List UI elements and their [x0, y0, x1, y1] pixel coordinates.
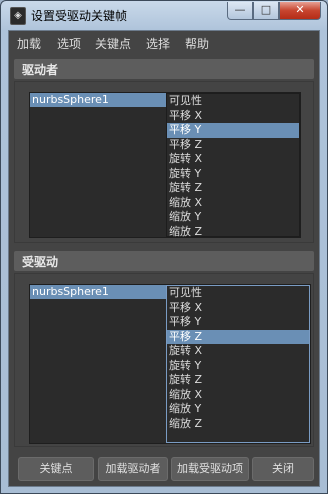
attribute-item[interactable]: 旋转 X	[167, 152, 299, 167]
menu-options[interactable]: 选项	[57, 35, 81, 52]
driver-object-item[interactable]: nurbsSphere1	[30, 93, 166, 107]
menu-bar: 加载 选项 关键点 选择 帮助	[9, 31, 319, 55]
driven-frame: nurbsSphere1 可见性 平移 X 平移 Y 平移 Z 旋转 X 旋转 Y 旋转 Z…	[14, 273, 314, 447]
menu-load[interactable]: 加载	[17, 35, 41, 52]
driven-header-label: 受驱动	[22, 255, 59, 269]
maximize-button[interactable]: □	[253, 2, 279, 20]
window-title: 设置受驱动关键帧	[31, 9, 128, 23]
driver-header-label: 驱动者	[22, 63, 59, 77]
attribute-item[interactable]: 旋转 Z	[167, 181, 299, 196]
attribute-item[interactable]: 旋转 Y	[167, 167, 299, 182]
attribute-item[interactable]: 平移 Y	[167, 123, 299, 138]
client-area: 加载 选项 关键点 选择 帮助 驱动者 nurbsSphere1 可见性 平移 X…	[8, 30, 320, 487]
driven-object-list[interactable]: nurbsSphere1	[30, 285, 166, 443]
attribute-item[interactable]: 缩放 X	[167, 196, 299, 211]
attribute-item[interactable]: 缩放 X	[167, 388, 309, 403]
driven-attribute-list[interactable]: 可见性 平移 X 平移 Y 平移 Z 旋转 X 旋转 Y 旋转 Z 缩放 X 缩放 Y 缩放 Z	[166, 285, 310, 443]
load-driver-button[interactable]: 加载驱动者	[98, 457, 168, 481]
attribute-item[interactable]: 平移 X	[167, 109, 299, 124]
attribute-item[interactable]: 旋转 Y	[167, 359, 309, 374]
attribute-item[interactable]: 缩放 Z	[167, 225, 299, 240]
set-driven-key-window: ◈ 设置受驱动关键帧 — □ ✕ 加载 选项 关键点 选择 帮助 驱动者 nur…	[0, 0, 328, 494]
menu-keys[interactable]: 关键点	[95, 35, 131, 52]
attribute-item[interactable]: 平移 Z	[167, 329, 309, 344]
attribute-item[interactable]: 平移 Y	[167, 315, 309, 330]
attribute-item[interactable]: 旋转 Z	[167, 373, 309, 388]
minimize-button[interactable]: —	[227, 2, 253, 20]
attribute-item[interactable]: 旋转 X	[167, 344, 309, 359]
driver-list-box: nurbsSphere1 可见性 平移 X 平移 Y 平移 Z 旋转 X 旋转 Y 旋转 Z…	[29, 92, 301, 238]
driver-section-header[interactable]: 驱动者	[14, 59, 314, 79]
maya-logo-icon: ◈	[10, 7, 26, 25]
driven-list-box: nurbsSphere1 可见性 平移 X 平移 Y 平移 Z 旋转 X 旋转 Y 旋转 Z…	[29, 284, 311, 444]
driver-attribute-list[interactable]: 可见性 平移 X 平移 Y 平移 Z 旋转 X 旋转 Y 旋转 Z 缩放 X 缩放 Y 缩放 Z	[166, 93, 300, 240]
close-window-button[interactable]: ✕	[279, 2, 321, 20]
attribute-item[interactable]: 可见性	[167, 94, 299, 109]
menu-select[interactable]: 选择	[146, 35, 170, 52]
key-button[interactable]: 关键点	[18, 457, 94, 481]
driven-section-header[interactable]: 受驱动	[14, 251, 314, 271]
driver-frame: nurbsSphere1 可见性 平移 X 平移 Y 平移 Z 旋转 X 旋转 Y 旋转 Z…	[14, 81, 314, 243]
menu-help[interactable]: 帮助	[185, 35, 209, 52]
load-driven-button[interactable]: 加载受驱动项	[171, 457, 249, 481]
attribute-item[interactable]: 平移 Z	[167, 138, 299, 153]
attribute-item[interactable]: 缩放 Y	[167, 402, 309, 417]
driven-object-item[interactable]: nurbsSphere1	[30, 285, 166, 299]
attribute-item[interactable]: 平移 X	[167, 301, 309, 316]
close-button[interactable]: 关闭	[252, 457, 314, 481]
attribute-item[interactable]: 可见性	[167, 286, 309, 301]
driver-object-list[interactable]: nurbsSphere1	[30, 93, 166, 237]
window-controls: — □ ✕	[227, 2, 321, 20]
title-bar[interactable]: ◈ 设置受驱动关键帧 — □ ✕	[1, 1, 327, 29]
attribute-item[interactable]: 缩放 Z	[167, 417, 309, 432]
attribute-item[interactable]: 缩放 Y	[167, 210, 299, 225]
